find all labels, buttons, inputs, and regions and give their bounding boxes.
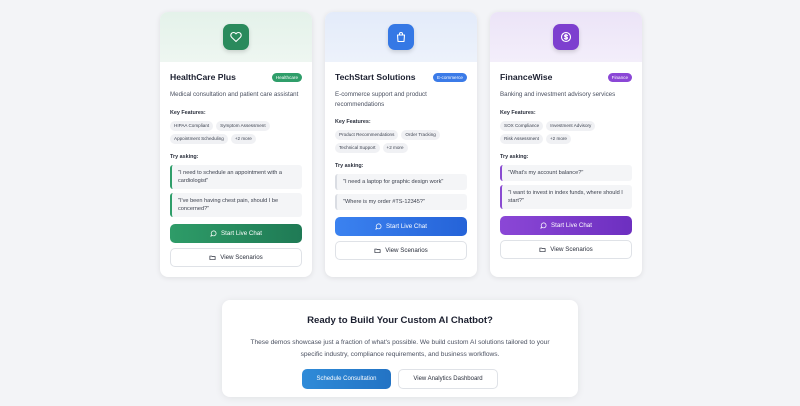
chat-bubble-icon — [540, 222, 547, 229]
shopping-bag-icon — [388, 24, 414, 50]
feature-chip: Appointment Scheduling — [170, 133, 228, 144]
try-asking-label: Try asking: — [170, 153, 199, 160]
prompt-list: "What's my account balance?" "I want to … — [500, 164, 632, 210]
card-description: Banking and investment advisory services — [500, 91, 616, 98]
feature-list: SOX Compliance Investment Advisory Risk … — [500, 120, 632, 144]
category-badge: E-commerce — [432, 72, 467, 82]
example-prompt[interactable]: "What's my account balance?" — [500, 164, 632, 181]
feature-chip: HIPAA Compliant — [170, 120, 214, 131]
more-features-chip: +2 more — [545, 133, 571, 144]
cta-buttons: Schedule Consultation View Analytics Das… — [222, 369, 578, 389]
feature-chip: Order Tracking — [401, 130, 440, 140]
button-label: View Scenarios — [220, 254, 263, 262]
button-label: Start Live Chat — [221, 230, 262, 238]
heart-icon — [223, 24, 249, 50]
view-analytics-dashboard-button[interactable]: View Analytics Dashboard — [398, 369, 498, 389]
cta-description: These demos showcase just a fraction of … — [250, 339, 550, 358]
cta-panel: Ready to Build Your Custom AI Chatbot? T… — [222, 300, 578, 397]
dollar-coin-icon — [553, 24, 579, 50]
view-scenarios-button[interactable]: View Scenarios — [500, 240, 632, 260]
try-asking-label: Try asking: — [500, 153, 529, 160]
card-hero — [325, 12, 477, 62]
example-prompt[interactable]: "Where is my order #TS-12345?" — [335, 194, 467, 211]
schedule-consultation-button[interactable]: Schedule Consultation — [302, 369, 391, 389]
start-live-chat-button[interactable]: Start Live Chat — [500, 216, 632, 236]
feature-chip: SOX Compliance — [500, 120, 544, 131]
card-description: E-commerce support and product recommend… — [335, 91, 427, 108]
start-live-chat-button[interactable]: Start Live Chat — [170, 224, 302, 244]
card-hero — [490, 12, 642, 62]
card-description: Medical consultation and patient care as… — [170, 91, 299, 98]
card-finance: FinanceWise Finance Banking and investme… — [490, 12, 642, 278]
cta-title: Ready to Build Your Custom AI Chatbot? — [307, 315, 493, 326]
folder-icon — [539, 246, 546, 253]
category-badge: Healthcare — [271, 72, 302, 82]
example-prompt[interactable]: "I need a laptop for graphic design work… — [335, 174, 467, 191]
feature-chip: Product Recommendations — [335, 130, 399, 140]
feature-list: HIPAA Compliant Symptom Assessment Appoi… — [170, 120, 302, 144]
card-healthcare: HealthCare Plus Healthcare Medical consu… — [160, 12, 312, 278]
folder-icon — [209, 254, 216, 261]
button-label: View Scenarios — [385, 247, 428, 255]
chatbot-cards: HealthCare Plus Healthcare Medical consu… — [160, 12, 642, 278]
card-ecommerce: TechStart Solutions E-commerce E-commerc… — [325, 12, 477, 278]
feature-chip: Symptom Assessment — [216, 120, 270, 131]
more-features-chip: +2 more — [382, 143, 408, 153]
feature-chip: Technical Support — [335, 143, 380, 153]
view-scenarios-button[interactable]: View Scenarios — [335, 241, 467, 261]
prompt-list: "I need a laptop for graphic design work… — [335, 174, 467, 211]
feature-chip: Risk Assessment — [500, 133, 543, 144]
chat-bubble-icon — [375, 223, 382, 231]
card-title: FinanceWise — [500, 72, 553, 82]
button-label: View Scenarios — [550, 246, 593, 254]
features-label: Key Features: — [335, 119, 371, 125]
feature-chip: Investment Advisory — [546, 120, 596, 131]
view-scenarios-button[interactable]: View Scenarios — [170, 248, 302, 268]
try-asking-label: Try asking: — [335, 163, 364, 169]
chat-bubble-icon — [210, 230, 217, 238]
example-prompt[interactable]: "I want to invest in index funds, where … — [500, 184, 632, 210]
feature-list: Product Recommendations Order Tracking T… — [335, 130, 467, 153]
features-label: Key Features: — [500, 109, 536, 116]
start-live-chat-button[interactable]: Start Live Chat — [335, 217, 467, 237]
card-title: HealthCare Plus — [170, 72, 236, 82]
features-label: Key Features: — [170, 109, 206, 116]
button-label: Start Live Chat — [551, 222, 592, 230]
card-hero — [160, 12, 312, 62]
button-label: Start Live Chat — [386, 223, 427, 231]
category-badge: Finance — [607, 72, 632, 82]
card-title: TechStart Solutions — [335, 72, 416, 82]
more-features-chip: +2 more — [230, 133, 256, 144]
prompt-list: "I need to schedule an appointment with … — [170, 164, 302, 218]
example-prompt[interactable]: "I need to schedule an appointment with … — [170, 164, 302, 189]
folder-icon — [374, 247, 381, 254]
example-prompt[interactable]: "I've been having chest pain, should I b… — [170, 192, 302, 218]
